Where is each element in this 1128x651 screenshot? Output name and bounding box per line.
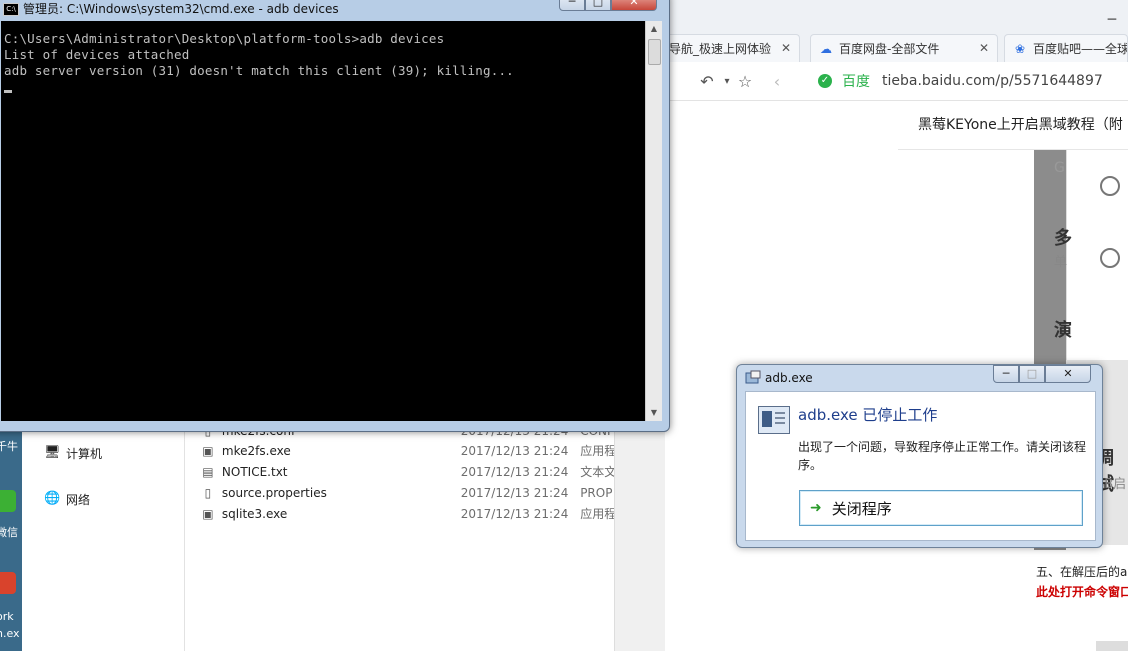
tab-label: 导航_极速上网体验 [669, 42, 772, 56]
computer-icon: 🖥 [44, 445, 61, 460]
file-row[interactable]: ▯ source.properties 2017/12/13 21:24 PRO… [200, 482, 620, 503]
dialog-close-button[interactable]: ✕ [1045, 365, 1091, 383]
tab-tieba[interactable]: ❀ 百度贴吧——全球 [1004, 34, 1128, 62]
dialog-window-controls: ─ □ ✕ [993, 365, 1091, 383]
file-date: 2017/12/13 21:24 [460, 443, 569, 458]
console-line: List of devices attached [4, 47, 190, 62]
cmd-window-controls: ─ □ ✕ [559, 0, 657, 11]
file-name: mke2fs.exe [221, 443, 291, 458]
cmd-titlebar[interactable]: C:\ 管理员: C:\Windows\system32\cmd.exe - a… [0, 0, 669, 21]
console-scrollbar[interactable]: ▲ ▼ [645, 21, 662, 421]
desktop-icon-label[interactable]: 千牛 [0, 438, 18, 454]
wechat-icon[interactable] [0, 490, 16, 512]
url-field[interactable]: ✓ 百度 tieba.baidu.com/p/5571644897 [818, 68, 1128, 94]
baidu-pan-icon: ☁ [820, 41, 832, 56]
tab-close-icon[interactable]: ✕ [979, 41, 989, 55]
post-title: 黑莓KEYone上开启黑域教程（附 [898, 100, 1128, 150]
exe-icon: ▣ [202, 443, 214, 458]
nav-item-label: 计算机 [66, 446, 103, 461]
url-text: tieba.baidu.com/p/5571644897 [882, 73, 1103, 89]
tab-baidu-pan[interactable]: ☁ 百度网盘-全部文件 ✕ [810, 34, 998, 62]
cmd-close-button[interactable]: ✕ [611, 0, 657, 11]
text-file-icon: ▤ [202, 464, 214, 479]
file-name: NOTICE.txt [221, 464, 288, 479]
dialog-maximize-button[interactable]: □ [1019, 365, 1045, 383]
cmd-window-title: 管理员: C:\Windows\system32\cmd.exe - adb d… [23, 2, 339, 16]
undo-icon[interactable]: ↶ [696, 71, 718, 93]
console-line: C:\Users\Administrator\Desktop\platform-… [4, 31, 445, 46]
file-icon: ▯ [204, 485, 212, 500]
nav-item-label: 网络 [66, 492, 91, 507]
dialog-titlebar[interactable]: adb.exe ─ □ ✕ [737, 365, 1102, 391]
app-icon[interactable] [0, 572, 16, 594]
tab-close-icon[interactable]: ✕ [781, 41, 791, 55]
file-name: sqlite3.exe [221, 506, 288, 521]
side-char-sub: 单 [1054, 255, 1068, 270]
file-date: 2017/12/13 21:24 [460, 506, 569, 521]
file-name: source.properties [221, 485, 327, 500]
star-icon[interactable]: ☆ [734, 71, 756, 93]
scroll-thumb[interactable] [648, 39, 661, 65]
console-line: adb server version (31) doesn't match th… [4, 63, 514, 78]
tab-label: 百度网盘-全部文件 [839, 42, 940, 56]
desktop-icon-label[interactable]: ork [0, 610, 14, 623]
dialog-message: 出现了一个问题，导致程序停止正常工作。请关闭该程序。 [798, 440, 1087, 472]
file-row[interactable]: ▣ mke2fs.exe 2017/12/13 21:24 应用程 [200, 440, 620, 461]
side-char: 多 [1054, 228, 1072, 249]
console-output[interactable]: C:\Users\Administrator\Desktop\platform-… [1, 21, 645, 421]
cmd-minimize-button[interactable]: ─ [559, 0, 585, 11]
inline-code-block [1096, 641, 1128, 651]
dialog-minimize-button[interactable]: ─ [993, 365, 1019, 383]
error-dialog: adb.exe ─ □ ✕ adb.exe 已停止工作 出现了一个问题，导致程序… [736, 364, 1103, 548]
dialog-heading: adb.exe 已停止工作 [798, 406, 938, 424]
arrow-right-icon: ➜ [810, 500, 822, 516]
desktop-icon-label[interactable]: n.ex [0, 627, 20, 640]
navigation-pane: 🖥 计算机 🌐 网络 [22, 420, 185, 651]
close-program-label: 关闭程序 [831, 499, 892, 518]
exe-icon: ▣ [202, 506, 214, 521]
side-char: G [1054, 160, 1065, 176]
explorer-window: 🖥 计算机 🌐 网络 ▯ mke2fs.conf 2017/12/13 21:2… [0, 420, 665, 651]
app-window-icon [745, 370, 761, 384]
explorer-edge [614, 420, 665, 651]
file-row[interactable]: ▤ NOTICE.txt 2017/12/13 21:24 文本文 [200, 461, 620, 482]
back-icon[interactable]: ‹ [766, 71, 788, 93]
article-highlight: 此处打开命令窗口 [1036, 585, 1128, 599]
file-date: 2017/12/13 21:24 [460, 464, 569, 479]
cmd-window: C:\ 管理员: C:\Windows\system32\cmd.exe - a… [0, 0, 670, 432]
nav-item-computer[interactable]: 🖥 计算机 [44, 442, 102, 464]
file-date: 2017/12/13 21:24 [460, 485, 569, 500]
program-icon [758, 406, 790, 434]
nav-item-network[interactable]: 🌐 网络 [44, 488, 90, 510]
scroll-up-icon[interactable]: ▲ [646, 21, 662, 37]
network-icon: 🌐 [44, 491, 61, 506]
secure-shield-icon: ✓ [818, 74, 832, 88]
baidu-paw-icon: ❀ [1014, 41, 1026, 56]
dialog-body: adb.exe 已停止工作 出现了一个问题，导致程序停止正常工作。请关闭该程序。… [745, 391, 1096, 541]
cmd-maximize-button[interactable]: □ [585, 0, 611, 11]
close-program-button[interactable]: ➜ 关闭程序 [799, 490, 1083, 526]
cmd-icon: C:\ [3, 3, 19, 16]
scroll-down-icon[interactable]: ▼ [646, 405, 662, 421]
side-char: 演 [1054, 320, 1072, 341]
site-label: 百度 [842, 74, 870, 90]
poll-radio-2[interactable] [1100, 248, 1120, 268]
dialog-title: adb.exe [765, 371, 813, 385]
article-text: 五、在解压后的a [1036, 565, 1128, 579]
poll-radio-1[interactable] [1100, 176, 1120, 196]
console-cursor [4, 90, 12, 93]
desktop-icon-label[interactable]: 微信 [0, 524, 18, 540]
tab-label: 百度贴吧——全球 [1033, 42, 1128, 56]
browser-minimize-button[interactable]: ─ [1100, 10, 1124, 30]
desktop-strip: 千牛 微信 ork n.ex [0, 420, 22, 651]
file-row[interactable]: ▣ sqlite3.exe 2017/12/13 21:24 应用程 [200, 503, 620, 524]
